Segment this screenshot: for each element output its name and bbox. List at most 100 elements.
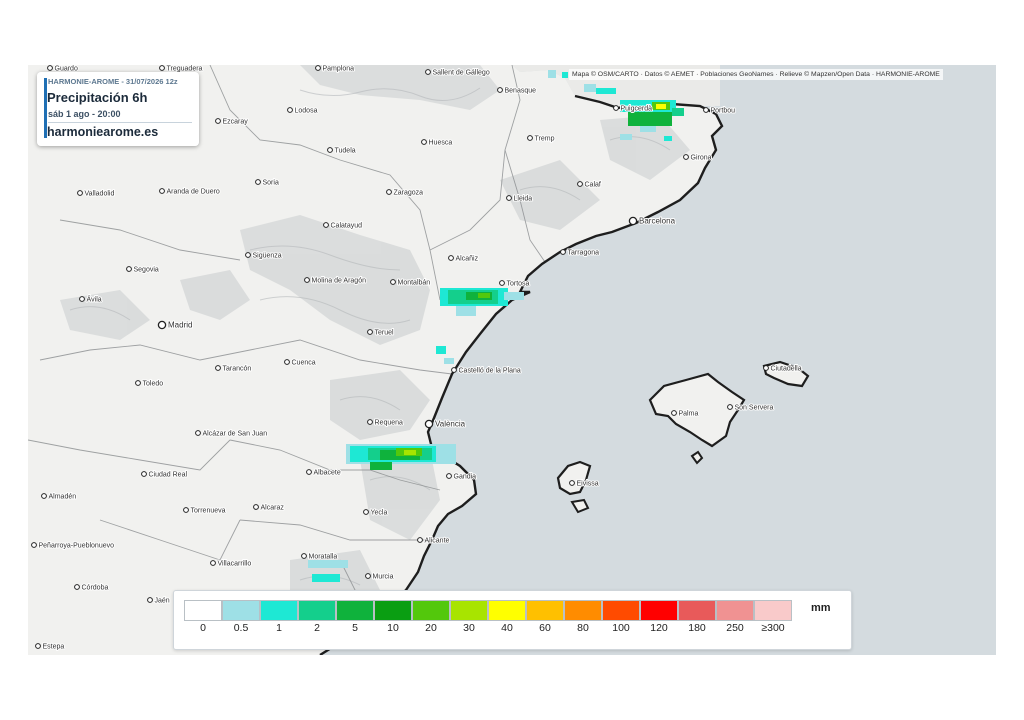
city-dot [304,277,310,283]
city-dot [417,537,423,543]
city-label: Torrenueva [191,508,226,515]
city-dot [141,471,147,477]
legend-swatch [602,600,640,621]
city-label: Sigüenza [253,253,282,260]
city-dot [671,410,677,416]
city-label: Ezcaray [223,119,249,126]
city-dot [703,107,709,113]
city-dot [390,279,396,285]
city-label: Molina de Aragón [312,278,367,285]
legend-tick-label: 30 [463,622,475,634]
city-label: Moratalla [309,554,338,561]
city-label: Benasque [505,88,537,95]
island-cabrera [690,450,704,465]
city-dot [448,255,454,261]
city-dot [499,280,505,286]
city-dot [245,252,251,258]
city-dot [327,147,333,153]
city-label: Girona [691,155,712,162]
legend-tick-label: 60 [539,622,551,634]
variable-title: Precipitación 6h [47,90,148,105]
city-label: Tarancón [223,366,252,373]
city-dot [363,509,369,515]
legend-swatch [716,600,754,621]
legend-tick-label: 5 [352,622,358,634]
valid-time: sáb 1 ago - 20:00 [48,109,121,119]
city-label: Tarragona [568,250,600,257]
city-dot [47,65,53,71]
city-dot [159,65,165,71]
city-dot [763,365,769,371]
city-dot [210,560,216,566]
city-dot [35,643,41,649]
city-label: Peñarroya-Pueblonuevo [39,543,115,550]
legend-swatch [488,600,526,621]
city-label: València [435,420,466,429]
city-dot [215,365,221,371]
city-label: Tremp [535,136,555,143]
legend-swatch [678,600,716,621]
city-dot [306,469,312,475]
city-label: Pamplona [323,66,355,73]
city-dot [77,190,83,196]
city-dot [159,188,165,194]
legend-swatch [336,600,374,621]
city-label: Teruel [375,330,395,337]
site-link[interactable]: harmoniearome.es [47,125,158,139]
legend-swatch [564,600,602,621]
legend-tick-label: 0 [200,622,206,634]
legend-swatch [526,600,564,621]
city-dot [79,296,85,302]
city-label: Valladolid [85,191,115,198]
city-dot [157,320,167,330]
map-attribution[interactable]: Mapa © OSM/CARTO · Datos © AEMET · Pobla… [569,69,943,80]
island-formentera [570,498,590,514]
city-dot [425,69,431,75]
city-label: Lodosa [295,108,318,115]
city-dot [386,189,392,195]
city-label: Villacarrillo [218,561,252,568]
city-label: Montalbán [398,280,431,287]
city-dot [284,359,290,365]
legend-swatch [754,600,792,621]
city-label: Castelló de la Plana [459,368,521,375]
city-label: Puigcerdà [621,106,653,113]
city-label: Lleida [514,196,533,203]
city-dot [365,573,371,579]
city-dot [301,553,307,559]
city-dot [497,87,503,93]
city-dot [613,105,619,111]
legend-tick-label: 0.5 [233,622,249,634]
city-label: Son Servera [735,405,774,412]
city-dot [506,195,512,201]
city-dot [577,181,583,187]
city-dot [255,179,261,185]
city-label: Palma [679,411,699,418]
legend-tick-label: 180 [688,622,706,634]
legend-tick-label: 120 [650,622,668,634]
legend-swatch [222,600,260,621]
map-canvas[interactable]: Pamplona Sallent de Gállego Benasque Puigce… [28,65,996,655]
city-label: Madrid [168,321,192,330]
city-dot [253,504,259,510]
city-label: Alcázar de San Juan [203,431,268,438]
city-dot [215,118,221,124]
city-label: Ciudad Real [149,472,188,479]
city-label: Calaf [585,182,601,189]
city-dot [446,473,452,479]
map-svg[interactable]: Pamplona Sallent de Gállego Benasque Puigce… [28,65,996,655]
city-dot [315,65,321,71]
legend-tick-label: 20 [425,622,437,634]
city-label: Tortosa [507,281,530,288]
city-label: Cuenca [292,360,316,367]
legend-tick-label: 250 [726,622,744,634]
legend-unit: mm [811,602,831,614]
city-label: Huesca [429,140,453,147]
city-label: Zaragoza [394,190,424,197]
city-label: Almadén [49,494,77,501]
city-dot [569,480,575,486]
legend-tick-label: 40 [501,622,513,634]
city-label: Alicante [425,538,450,545]
city-dot [451,367,457,373]
city-label: Ciutadella [771,366,802,373]
